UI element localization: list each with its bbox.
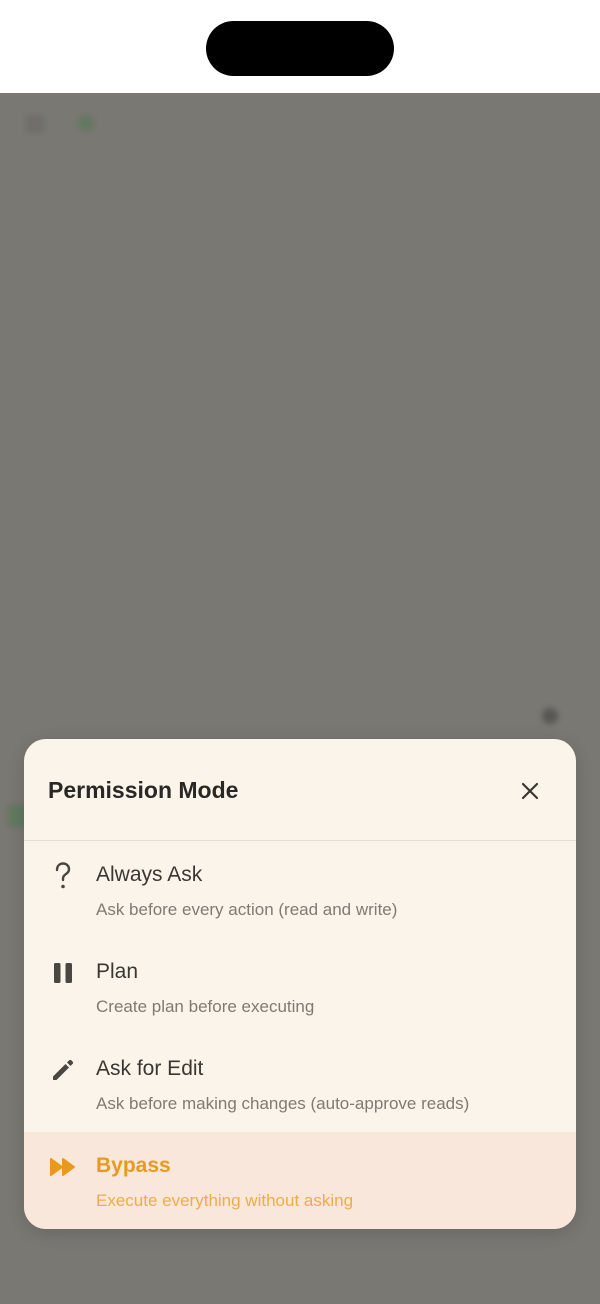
- option-description: Create plan before executing: [96, 997, 315, 1016]
- option-description: Execute everything without asking: [96, 1191, 354, 1210]
- option-ask-for-edit[interactable]: Ask for Edit Ask before making changes (…: [24, 1035, 576, 1132]
- option-label: Ask for Edit: [96, 1057, 204, 1080]
- phone-screen: Permission Mode Always Ask Ask before ev…: [0, 0, 600, 1304]
- option-description: Ask before every action (read and write): [96, 900, 398, 919]
- option-bypass[interactable]: Bypass Execute everything without asking: [24, 1132, 576, 1229]
- status-dot-icon: [542, 708, 558, 724]
- close-icon: [521, 782, 539, 800]
- sheet-title: Permission Mode: [48, 777, 239, 803]
- app-logo-icon: [78, 115, 94, 131]
- status-bar: [0, 0, 600, 93]
- dynamic-island: [206, 21, 394, 76]
- option-label: Bypass: [96, 1154, 171, 1177]
- pause-icon: [48, 958, 78, 988]
- option-plan[interactable]: Plan Create plan before executing: [24, 938, 576, 1035]
- sheet-header: Permission Mode: [24, 739, 576, 841]
- pencil-icon: [48, 1055, 78, 1085]
- close-button[interactable]: [514, 775, 546, 807]
- question-icon: [48, 861, 78, 891]
- menu-icon: [26, 117, 44, 131]
- option-label: Always Ask: [96, 863, 203, 886]
- fast-forward-icon: [48, 1152, 78, 1182]
- option-description: Ask before making changes (auto-approve …: [96, 1094, 470, 1113]
- option-label: Plan: [96, 960, 139, 983]
- option-always-ask[interactable]: Always Ask Ask before every action (read…: [24, 841, 576, 938]
- permission-mode-sheet: Permission Mode Always Ask Ask before ev…: [24, 739, 576, 1229]
